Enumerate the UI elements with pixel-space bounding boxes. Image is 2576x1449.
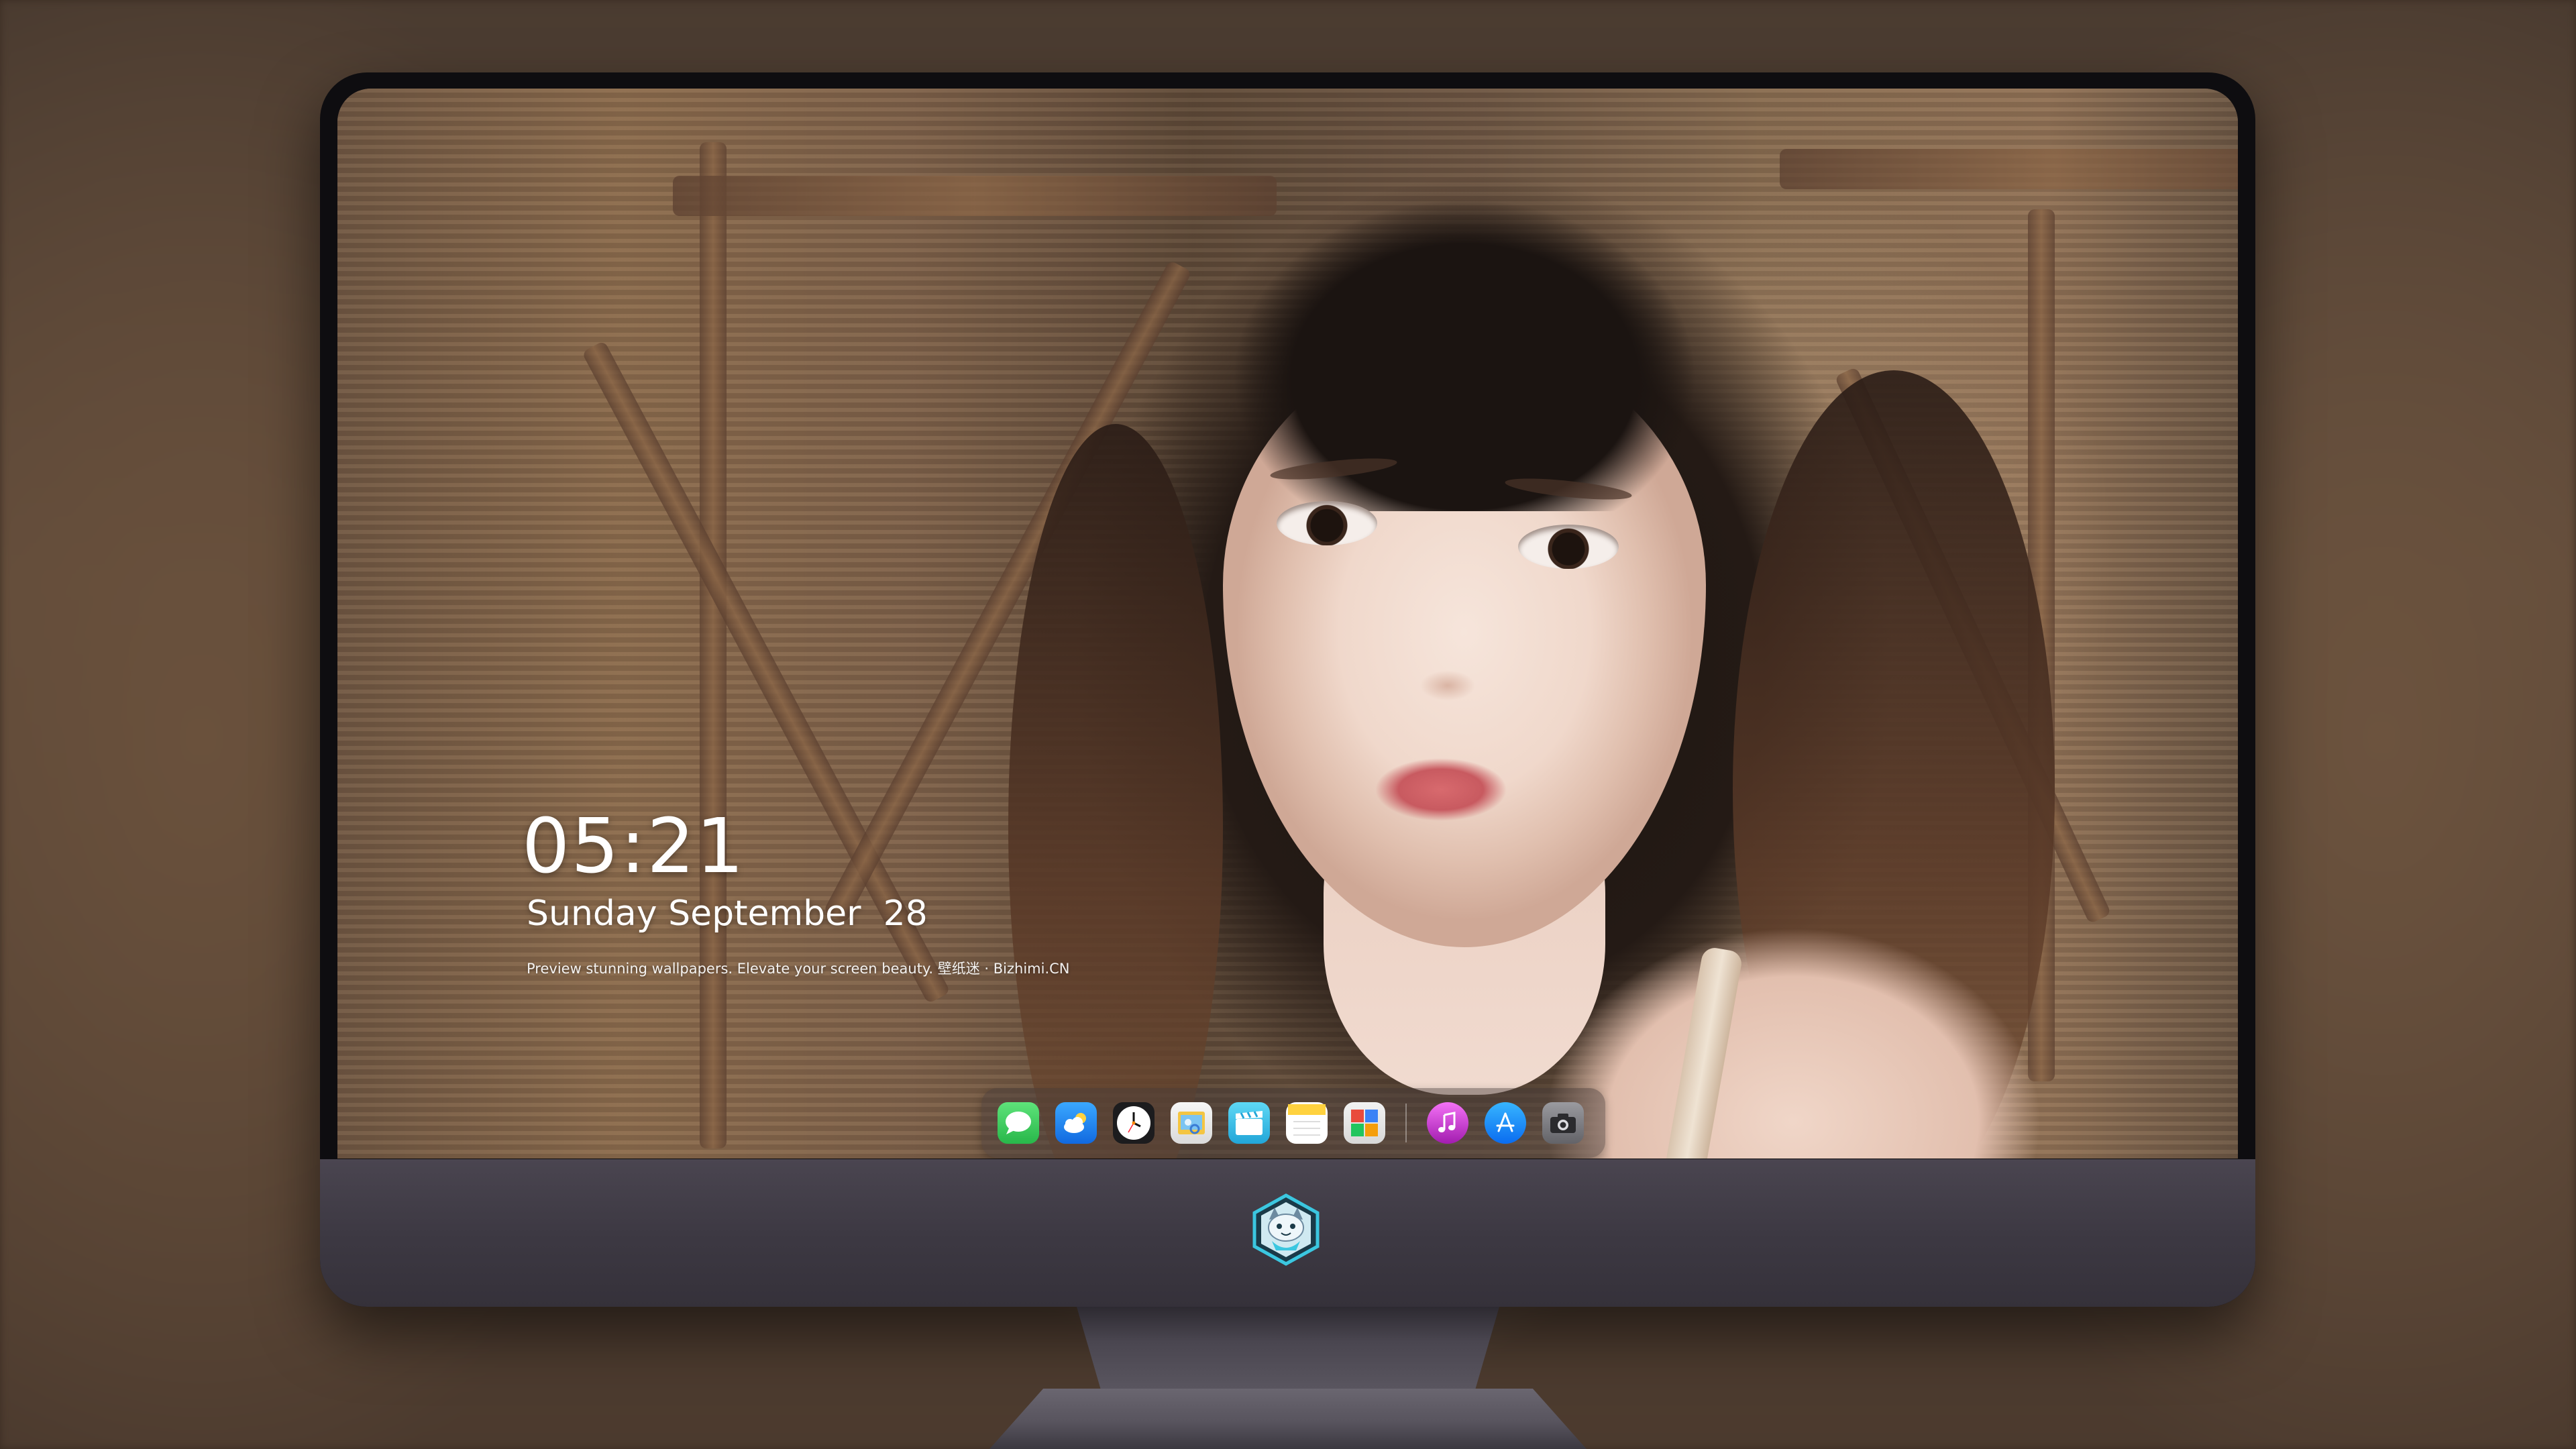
date-month: September: [668, 894, 861, 934]
app-store-icon: [1496, 1112, 1515, 1132]
dock-app-photo-booth[interactable]: [1344, 1102, 1385, 1144]
cat-mascot-logo-icon: [1252, 1193, 1320, 1266]
clapperboard-icon: [1236, 1111, 1263, 1135]
dock-app-music[interactable]: [1427, 1102, 1468, 1144]
dock-app-preview[interactable]: [1171, 1102, 1212, 1144]
dock-app-messages[interactable]: [998, 1102, 1039, 1144]
dock-app-app-store[interactable]: [1485, 1102, 1526, 1144]
tagline: Preview stunning wallpapers. Elevate you…: [527, 961, 1070, 977]
monitor: 05:21 Sunday September 28 Preview stunni…: [320, 72, 2255, 1307]
monitor-stand-neck: [1077, 1307, 1499, 1394]
dock-separator: [1405, 1104, 1407, 1142]
clock-icon: [1117, 1106, 1150, 1140]
eye: [1518, 525, 1619, 569]
weather-cloud-icon: [1064, 1113, 1086, 1133]
lock-screen[interactable]: 05:21 Sunday September 28 Preview stunni…: [337, 89, 2238, 1159]
wall-beam: [700, 142, 727, 1148]
preview-icon: [1178, 1112, 1205, 1134]
monitor-stand-base: [989, 1389, 1587, 1449]
dock-app-clips[interactable]: [1228, 1102, 1270, 1144]
wall-beam: [1780, 149, 2238, 189]
eye: [1277, 501, 1377, 545]
hair-top: [1176, 162, 1753, 511]
notes-icon: [1288, 1104, 1326, 1136]
lips: [1364, 753, 1518, 826]
date-weekday: Sunday: [527, 894, 657, 934]
music-note-icon: [1438, 1112, 1456, 1132]
message-bubble-icon: [1006, 1112, 1031, 1134]
date-day: 28: [883, 894, 928, 934]
scene: 05:21 Sunday September 28 Preview stunni…: [0, 0, 2576, 1449]
wall-beam: [673, 176, 1277, 216]
dock-app-notes[interactable]: [1286, 1102, 1328, 1144]
nose: [1411, 665, 1485, 706]
lock-clock: 05:21: [522, 803, 745, 890]
dock-app-camera[interactable]: [1542, 1102, 1584, 1144]
dock-app-weather[interactable]: [1055, 1102, 1097, 1144]
dock-app-clock[interactable]: [1113, 1102, 1155, 1144]
photo-grid-icon: [1351, 1110, 1378, 1136]
dock: [981, 1088, 1605, 1158]
camera-icon: [1550, 1114, 1576, 1133]
lock-date: Sunday September 28: [527, 894, 928, 934]
